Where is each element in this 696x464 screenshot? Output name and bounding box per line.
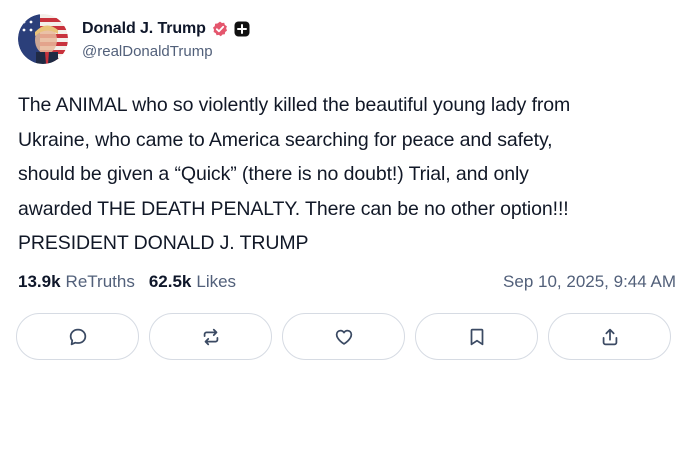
heart-icon bbox=[335, 329, 352, 345]
like-button[interactable] bbox=[282, 313, 405, 360]
share-icon bbox=[602, 328, 617, 345]
avatar[interactable] bbox=[18, 14, 68, 64]
author-handle[interactable]: @realDonaldTrump bbox=[82, 43, 250, 60]
plus-badge-icon bbox=[234, 21, 250, 37]
post-text-line: awarded THE DEATH PENALTY. There can be … bbox=[18, 197, 569, 220]
bookmark-button[interactable] bbox=[415, 313, 538, 360]
retruths-stat[interactable]: 13.9k ReTruths bbox=[18, 272, 135, 292]
author-display-name[interactable]: Donald J. Trump bbox=[82, 20, 206, 38]
post-header: Donald J. Trump @realDonaldTrump bbox=[18, 14, 250, 64]
author-info: Donald J. Trump @realDonaldTrump bbox=[82, 18, 250, 60]
retruth-button[interactable] bbox=[149, 313, 272, 360]
post-body: The ANIMAL who so violently killed the b… bbox=[18, 88, 682, 261]
retruths-count: 13.9k bbox=[18, 272, 61, 291]
likes-stat[interactable]: 62.5k Likes bbox=[149, 272, 236, 292]
author-name-row: Donald J. Trump bbox=[82, 18, 250, 40]
post-text-line: PRESIDENT DONALD J. TRUMP bbox=[18, 232, 309, 254]
post-card: Donald J. Trump @realDonaldTrump The ANI… bbox=[0, 0, 696, 464]
bookmark-icon bbox=[470, 328, 483, 345]
repost-icon bbox=[203, 328, 218, 345]
comment-icon bbox=[69, 328, 86, 345]
likes-count: 62.5k bbox=[148, 272, 192, 291]
post-text-line: should be given a “Quick” (there is no d… bbox=[18, 163, 529, 185]
post-text-line: The ANIMAL who so violently killed the b… bbox=[18, 94, 571, 116]
verified-badge-icon bbox=[212, 21, 228, 37]
retruths-label: ReTruths bbox=[65, 272, 135, 291]
post-text-line: Ukraine, who came to America searching f… bbox=[18, 128, 553, 151]
reply-button[interactable] bbox=[16, 313, 139, 360]
avatar-image bbox=[18, 14, 68, 64]
post-stats: 13.9k ReTruths 62.5k Likes Sep 10, 2025,… bbox=[18, 270, 676, 294]
action-bar bbox=[16, 313, 671, 360]
share-button[interactable] bbox=[548, 313, 671, 360]
post-timestamp[interactable]: Sep 10, 2025, 9:44 AM bbox=[503, 272, 676, 292]
likes-label: Likes bbox=[196, 272, 237, 291]
